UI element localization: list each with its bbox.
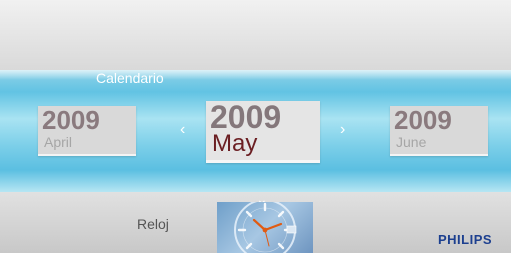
month-card-current[interactable]: 2009 May [206, 101, 320, 163]
top-area [0, 0, 511, 70]
next-month: June [396, 134, 427, 150]
month-card-previous[interactable]: 2009 April [38, 106, 136, 156]
section-title: Calendario [96, 70, 164, 86]
previous-year: 2009 [42, 105, 100, 135]
previous-arrow-icon[interactable]: ‹ [180, 121, 185, 139]
next-arrow-icon[interactable]: › [340, 121, 345, 139]
clock-label: Reloj [137, 216, 169, 232]
next-year: 2009 [394, 105, 452, 135]
previous-month: April [44, 134, 73, 150]
brand-logo: PHILIPS [438, 232, 493, 247]
clock-thumbnail-icon[interactable] [217, 202, 313, 253]
current-year: 2009 [210, 99, 282, 135]
current-month: May [212, 130, 258, 157]
month-card-next[interactable]: 2009 June [390, 106, 488, 156]
